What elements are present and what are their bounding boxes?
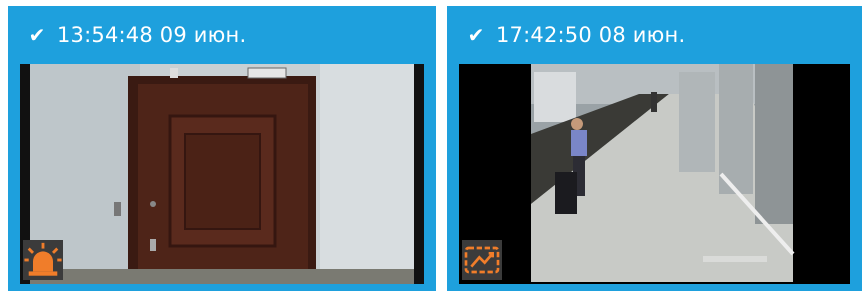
event-type-badge [462,240,502,280]
event-card-1[interactable]: ✔ 13:54:48 09 июн. [8,6,436,291]
checkmark-icon: ✔ [28,23,46,47]
door-snapshot-image [20,64,424,284]
event-timestamp: 13:54:48 09 июн. [57,23,247,47]
event-card-2[interactable]: ✔ 17:42:50 08 июн. [447,6,862,291]
checkmark-icon: ✔ [467,23,485,47]
alarm-siren-icon [24,242,62,276]
camera-snapshot[interactable] [20,64,424,284]
event-card-header: ✔ 17:42:50 08 июн. [447,6,862,64]
camera-snapshot[interactable] [459,64,850,284]
event-timestamp: 17:42:50 08 июн. [496,23,686,47]
platform-snapshot-image [459,64,850,284]
event-type-badge [23,240,63,280]
event-card-header: ✔ 13:54:48 09 июн. [8,6,436,64]
scene-change-icon [464,246,500,274]
